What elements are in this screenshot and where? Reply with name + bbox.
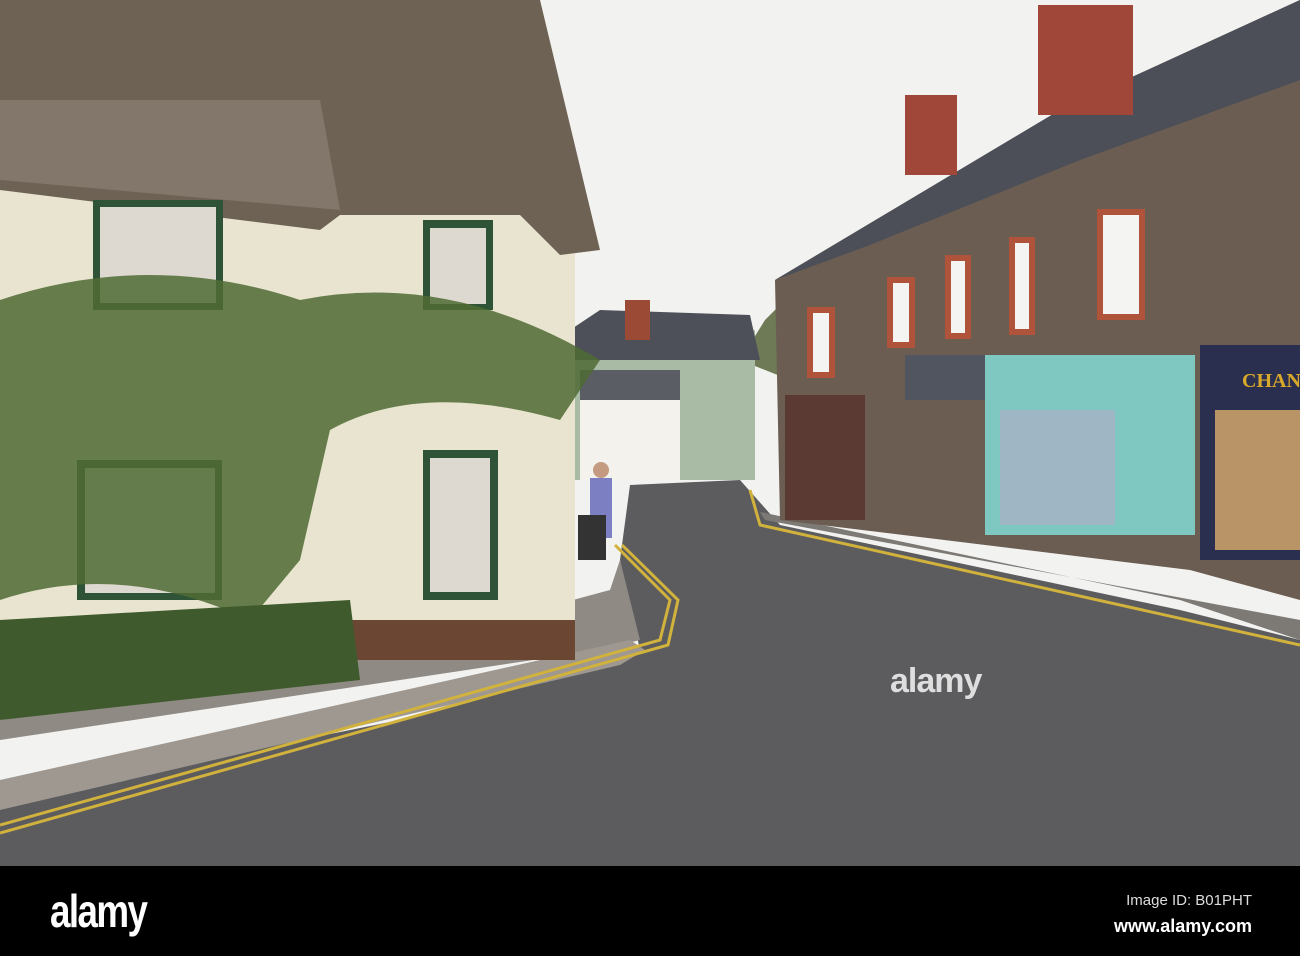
watermark: alamy — [890, 662, 982, 700]
image-id: Image ID: B01PHT — [1126, 892, 1252, 909]
pram — [578, 515, 606, 560]
street-scene — [0, 0, 1300, 866]
website-link[interactable]: www.alamy.com — [1114, 916, 1252, 937]
shop-front-newsagent — [785, 395, 865, 520]
chimney — [1038, 5, 1133, 115]
photo-village-street: CHANIN alamy alamy Image ID: B01PHT www.… — [0, 0, 1300, 956]
alamy-logo: alamy — [50, 885, 148, 937]
shop-sign: CHANIN — [1242, 370, 1300, 392]
chimney — [905, 95, 957, 175]
footer-bar: alamy Image ID: B01PHT www.alamy.com — [0, 866, 1300, 956]
